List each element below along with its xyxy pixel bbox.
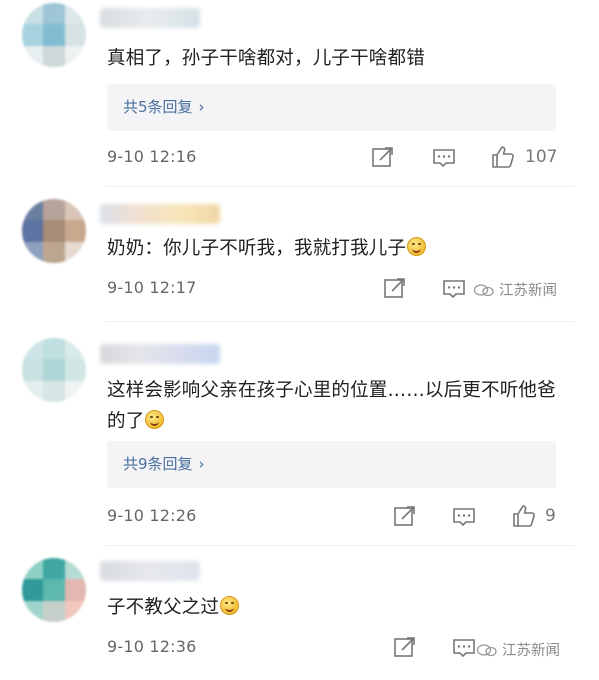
comment-time: 9-10 12:26 xyxy=(107,506,197,525)
watermark: 江苏新闻 xyxy=(473,279,557,300)
chevron-right-icon: › xyxy=(198,455,205,473)
comment-icon[interactable] xyxy=(432,147,456,169)
comment-time: 9-10 12:16 xyxy=(107,147,197,166)
divider xyxy=(106,186,575,187)
share-icon[interactable] xyxy=(393,505,417,527)
watermark: 江苏新闻 xyxy=(476,639,560,660)
comment-time: 9-10 12:36 xyxy=(107,637,197,656)
avatar[interactable] xyxy=(22,558,86,622)
like-count: 107 xyxy=(525,147,558,167)
share-icon[interactable] xyxy=(383,277,407,299)
comment-icon[interactable] xyxy=(452,506,476,528)
view-replies-button[interactable]: 共5条回复 › xyxy=(107,84,556,131)
username[interactable] xyxy=(100,204,220,224)
thumbs-up-icon[interactable] xyxy=(511,503,537,529)
avatar[interactable] xyxy=(22,3,86,67)
watermark-text: 江苏新闻 xyxy=(502,643,560,659)
share-icon[interactable] xyxy=(393,636,417,658)
comment-icon[interactable] xyxy=(452,637,476,659)
username[interactable] xyxy=(100,344,220,364)
chevron-right-icon: › xyxy=(198,98,205,116)
like-count: 9 xyxy=(545,506,556,526)
avatar[interactable] xyxy=(22,338,86,402)
comment-icon[interactable] xyxy=(442,278,466,300)
watermark-text: 江苏新闻 xyxy=(499,283,557,299)
replies-label: 共5条回复 xyxy=(123,98,193,116)
comment-text: 子不教父之过 xyxy=(107,592,572,623)
divider xyxy=(106,321,575,322)
view-replies-button[interactable]: 共9条回复 › xyxy=(107,441,556,488)
username[interactable] xyxy=(100,561,200,581)
username[interactable] xyxy=(100,8,200,28)
comment-text: 奶奶：你儿子不听我，我就打我儿子 xyxy=(107,233,572,264)
avatar[interactable] xyxy=(22,199,86,263)
comment-text: 这样会影响父亲在孩子心里的位置……以后更不听他爸的了 xyxy=(107,380,556,432)
comment-time: 9-10 12:17 xyxy=(107,278,197,297)
share-icon[interactable] xyxy=(371,146,395,168)
comment-text: 真相了，孙子干啥都对，儿子干啥都错 xyxy=(107,48,425,69)
thumbs-up-icon[interactable] xyxy=(490,144,516,170)
wechat-logo-icon xyxy=(473,283,494,296)
smiley-emoji-icon xyxy=(220,596,240,615)
replies-label: 共9条回复 xyxy=(123,455,193,473)
smiley-emoji-icon xyxy=(407,237,427,256)
wechat-logo-icon xyxy=(476,643,497,656)
divider xyxy=(106,545,575,546)
smiley-emoji-icon xyxy=(145,410,165,429)
